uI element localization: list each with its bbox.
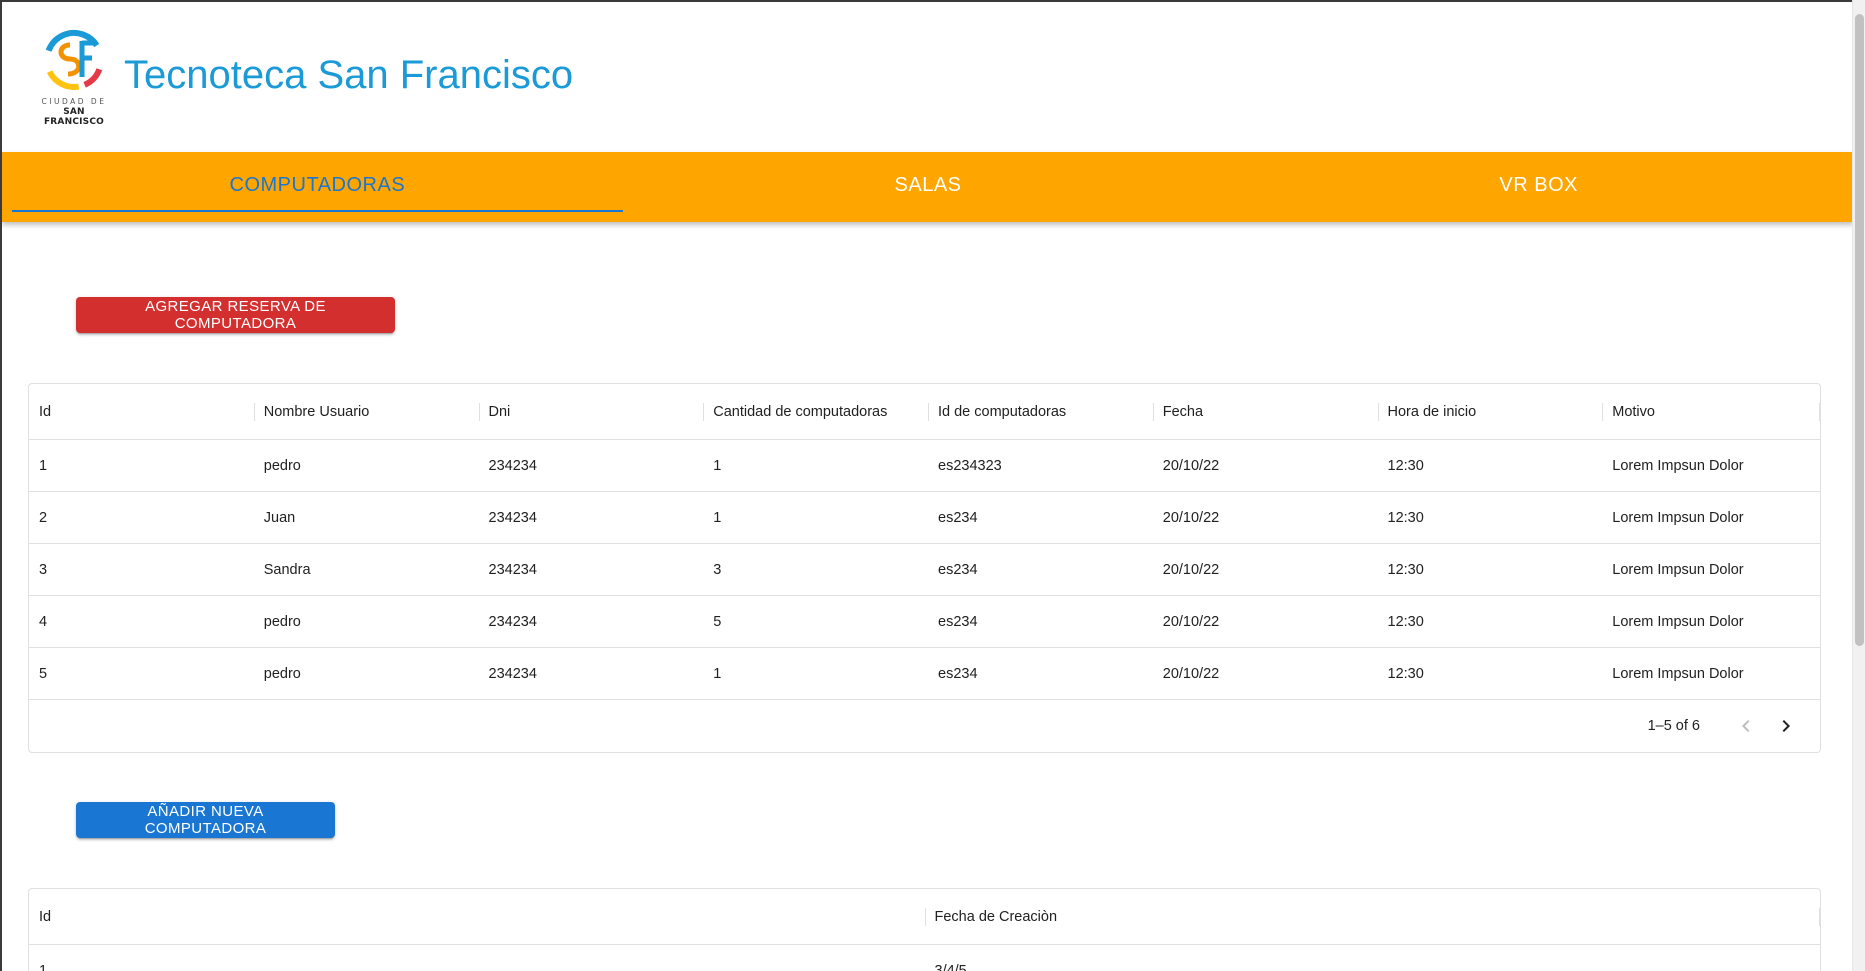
column-header[interactable]: Fecha [1152,384,1378,440]
page-title: Tecnoteca San Francisco [124,52,574,97]
table-cell: Lorem Impsun Dolor [1612,457,1744,474]
table-cell: 20/10/22 [1162,509,1220,526]
table-cell: 1 [39,962,48,971]
table-cell: Juan [263,509,296,526]
table-cell: Lorem Impsun Dolor [1612,613,1744,630]
table-cell: 3/4/5 [934,962,967,971]
column-header[interactable]: Dni [478,384,704,440]
table-cell: es234 [938,613,978,630]
table-cell: 12:30 [1387,457,1424,474]
table-cell: es234323 [938,457,1002,474]
reservations-table: Id Nombre Usuario Dni Cantidad de computado… [28,383,1821,753]
table-cell: 20/10/22 [1162,665,1220,682]
table-cell: 234234 [488,613,537,630]
column-header[interactable]: Id de computadoras [928,384,1153,440]
table-row[interactable]: 1 pedro 234234 1 es234323 20/10/22 12:30 Lorem … [29,440,1820,492]
column-header[interactable]: Hora de inicio [1377,384,1603,440]
chevron-left-icon[interactable] [1726,706,1766,746]
table-body: 1 pedro 234234 1 es234323 20/10/22 12:30 Lorem … [29,440,1820,700]
table-header: Id Nombre Usuario Dni Cantidad de computado… [29,384,1820,440]
table-cell: 1 [713,509,722,526]
scrollbar-thumb[interactable] [1855,14,1864,646]
table-cell: Lorem Impsun Dolor [1612,509,1744,526]
logo-city-text: CIUDAD DE [41,97,107,106]
table-cell: 234234 [488,457,537,474]
table-cell: 12:30 [1387,509,1424,526]
add-reservation-button[interactable]: AGREGAR RESERVA DE COMPUTADORA [76,297,395,333]
table-cell: 20/10/22 [1162,613,1220,630]
table-cell: 3 [39,561,48,578]
table-row[interactable]: 4 pedro 234234 5 es234 20/10/22 12:30 Lorem Imp… [29,596,1820,648]
column-header[interactable]: Motivo [1602,384,1820,440]
logo-name-text: SAN FRANCISCO [43,107,105,127]
table-cell: es234 [938,665,978,682]
table-cell: 1 [713,457,722,474]
table-cell: 234234 [488,665,537,682]
table-cell: pedro [263,613,301,630]
table-cell: 1 [39,457,48,474]
table-cell: 5 [39,665,48,682]
table-cell: Lorem Impsun Dolor [1612,561,1744,578]
column-header[interactable]: Id [29,889,925,945]
table-cell: 234234 [488,561,537,578]
table-cell: es234 [938,509,978,526]
table-cell: 12:30 [1387,613,1424,630]
column-header[interactable]: Nombre Usuario [253,384,479,440]
table-cell: pedro [263,665,301,682]
table-body: 1 3/4/5 [29,945,1820,971]
table-cell: es234 [938,561,978,578]
computers-table: Id Fecha de Creaciòn 1 3/4/5 [28,888,1821,971]
tab-vr-box[interactable]: VR BOX [1233,152,1844,222]
tab-salas[interactable]: SALAS [623,152,1234,222]
table-cell: 12:30 [1387,561,1424,578]
table-cell: 20/10/22 [1162,561,1220,578]
column-header[interactable]: Id [29,384,254,440]
table-cell: 234234 [488,509,537,526]
chevron-right-icon[interactable] [1766,706,1806,746]
table-cell: 5 [713,613,722,630]
table-cell: pedro [263,457,301,474]
table-row[interactable]: 1 3/4/5 [29,945,1820,971]
table-cell: 4 [39,613,48,630]
column-header[interactable]: Cantidad de computadoras [703,384,928,440]
app-header: CIUDAD DE SAN FRANCISCO Tecnoteca San Fr… [2,2,1852,152]
column-header[interactable]: Fecha de Creaciòn [924,889,1821,945]
table-cell: 1 [713,665,722,682]
tab-computadoras[interactable]: COMPUTADORAS [12,152,623,222]
table-cell: 12:30 [1387,665,1424,682]
add-computer-button[interactable]: AÑADIR NUEVA COMPUTADORA [76,802,335,838]
table-cell: 3 [713,561,722,578]
table-cell: 20/10/22 [1162,457,1220,474]
table-cell: Lorem Impsun Dolor [1612,665,1744,682]
app-window: CIUDAD DE SAN FRANCISCO Tecnoteca San Fr… [0,0,1852,971]
page-scrollbar[interactable] [1852,0,1865,971]
table-header: Id Fecha de Creaciòn [29,889,1820,945]
table-pagination: 1–5 of 6 [29,700,1820,752]
tab-bar: COMPUTADORAS SALAS VR BOX [2,152,1852,222]
table-row[interactable]: 2 Juan 234234 1 es234 20/10/22 12:30 Lorem Imps… [29,492,1820,544]
table-cell: Sandra [263,561,311,578]
city-logo: CIUDAD DE SAN FRANCISCO [32,27,116,127]
pagination-info: 1–5 of 6 [1647,718,1700,734]
table-row[interactable]: 5 pedro 234234 1 es234 20/10/22 12:30 Lorem Imp… [29,648,1820,700]
table-row[interactable]: 3 Sandra 234234 3 es234 20/10/22 12:30 Lorem Im… [29,544,1820,596]
table-cell: 2 [39,509,48,526]
